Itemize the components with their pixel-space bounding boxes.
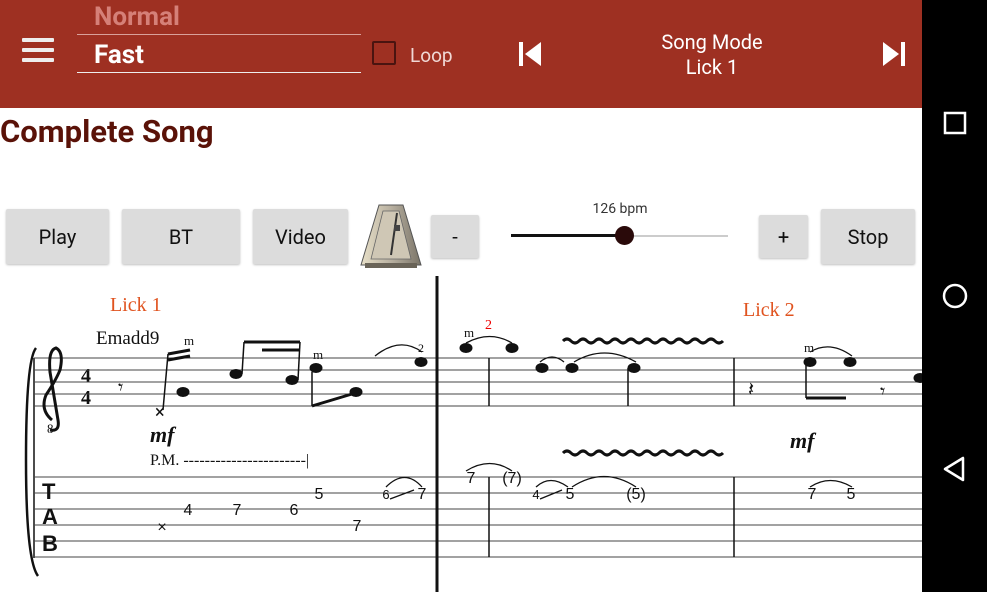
finger-mark: m <box>464 325 474 340</box>
svg-text:𝄾: 𝄾 <box>880 379 885 403</box>
recents-square-icon[interactable] <box>940 108 970 138</box>
svg-text:×: × <box>157 519 166 536</box>
svg-text:5: 5 <box>847 486 856 503</box>
octave-clef-marker: 8 <box>47 421 54 436</box>
stop-button[interactable]: Stop <box>821 209 915 264</box>
loop-checkbox[interactable] <box>372 41 396 65</box>
song-mode-label: Song Mode <box>661 30 763 54</box>
speed-option-fast[interactable]: Fast <box>94 40 144 70</box>
backing-track-button[interactable]: BT <box>122 209 240 264</box>
tab-label-t: T <box>42 479 56 504</box>
svg-text:(7): (7) <box>502 470 522 487</box>
song-mode-indicator: Song Mode Lick 1 <box>632 30 792 80</box>
dynamic-mf: mf <box>150 422 177 447</box>
lick-2-marker: Lick 2 <box>743 299 795 321</box>
skip-previous-icon[interactable] <box>516 40 544 68</box>
chord-name: Emadd9 <box>96 328 159 349</box>
page-title: Complete Song <box>0 113 214 150</box>
svg-text:4: 4 <box>184 502 193 519</box>
finger-mark: m <box>804 340 814 355</box>
tempo-slider-fill <box>511 234 624 237</box>
svg-text:7: 7 <box>233 502 242 519</box>
metronome-icon[interactable] <box>359 203 423 269</box>
dynamic-mf: mf <box>790 428 817 453</box>
palm-mute-marking: P.M. -----------------------| <box>150 452 309 469</box>
speed-picker-divider <box>77 72 361 73</box>
tempo-bpm-label: 126 bpm <box>592 201 648 217</box>
svg-text:7: 7 <box>418 486 427 503</box>
sheet-music-area: Lick 1 Lick 2 Emadd9 2 m m m m 2 mf mf P… <box>0 270 922 592</box>
lick-1-marker: Lick 1 <box>110 294 162 316</box>
svg-text:𝄾: 𝄾 <box>118 375 123 399</box>
svg-text:4: 4 <box>532 487 539 502</box>
svg-text:6: 6 <box>290 502 299 519</box>
svg-text:(5): (5) <box>626 486 646 503</box>
speed-option-normal[interactable]: Normal <box>94 2 180 32</box>
svg-text:𝄽: 𝄽 <box>748 377 754 401</box>
speed-picker-divider <box>77 34 361 35</box>
tab-label-b: B <box>42 531 58 556</box>
loop-label: Loop <box>410 44 453 67</box>
finger-mark: m <box>313 347 323 362</box>
svg-text:5: 5 <box>315 486 324 503</box>
hamburger-menu-icon[interactable] <box>22 38 54 70</box>
tab-label-a: A <box>42 504 58 529</box>
svg-text:7: 7 <box>353 518 362 535</box>
tempo-increase-button[interactable]: + <box>759 215 808 258</box>
tempo-decrease-button[interactable]: - <box>431 215 479 258</box>
system-navigation-bar <box>922 0 987 592</box>
notation-and-tab-staff: Lick 1 Lick 2 Emadd9 2 m m m m 2 mf mf P… <box>24 276 922 592</box>
home-circle-icon[interactable] <box>940 281 970 311</box>
video-button[interactable]: Video <box>253 209 348 264</box>
time-signature-top: 4 <box>81 365 91 387</box>
svg-text:5: 5 <box>566 486 575 503</box>
finger-number: 2 <box>485 318 492 333</box>
finger-number: 2 <box>418 341 424 355</box>
svg-text:7: 7 <box>808 486 817 503</box>
finger-mark: m <box>184 333 194 348</box>
skip-next-icon[interactable] <box>880 40 908 68</box>
svg-text:7: 7 <box>467 470 476 487</box>
play-button[interactable]: Play <box>6 209 109 264</box>
current-lick-label: Lick 1 <box>685 55 739 79</box>
tempo-slider-thumb[interactable] <box>615 226 634 245</box>
top-app-bar: Normal Fast Loop Song Mode Lick 1 <box>0 0 922 108</box>
back-triangle-icon[interactable] <box>940 454 970 484</box>
svg-text:6: 6 <box>382 487 389 502</box>
